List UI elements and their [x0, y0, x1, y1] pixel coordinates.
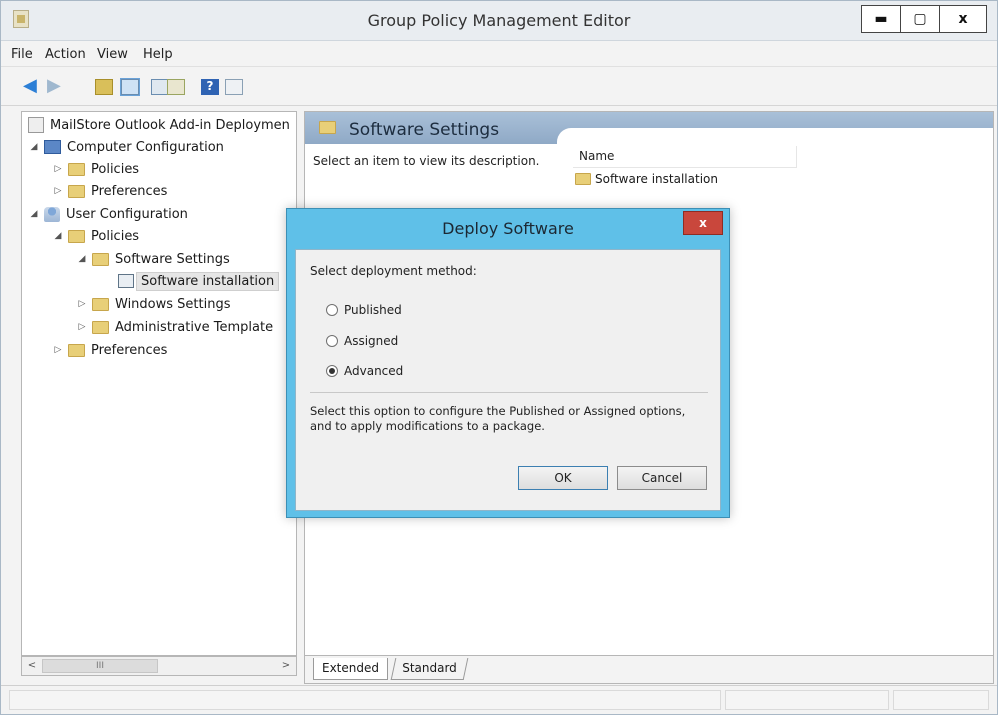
column-header-name[interactable]: Name — [573, 146, 797, 168]
status-section-3 — [893, 690, 989, 710]
dialog-close-button[interactable]: x — [683, 211, 723, 235]
toolbar: ◀ ▶ ? — [1, 68, 997, 106]
folder-icon — [92, 320, 109, 334]
tree-uc-policies[interactable]: ◢ Policies — [52, 225, 140, 247]
close-button[interactable]: x — [939, 5, 987, 33]
window-controls: ▬ ▢ x — [861, 5, 987, 33]
expand-arrow-icon[interactable]: ▷ — [76, 322, 88, 332]
tree-software-installation[interactable]: Software installation — [118, 270, 280, 292]
dialog-body: Select deployment method: Published Assi… — [295, 249, 721, 511]
radio-circle[interactable] — [326, 335, 338, 347]
folder-icon — [92, 252, 109, 266]
console-tree: MailStore Outlook Add-in Deploymen ◢ Com… — [21, 111, 297, 656]
list-item-label: Software installation — [595, 172, 718, 186]
folder-icon — [68, 184, 85, 198]
show-hide-tree-icon[interactable] — [120, 78, 140, 96]
cancel-button[interactable]: Cancel — [617, 466, 707, 490]
scroll-thumb[interactable]: III — [42, 659, 158, 673]
list-item[interactable]: Software installation — [575, 172, 718, 186]
radio-advanced[interactable]: Advanced — [326, 364, 403, 378]
collapse-arrow-icon[interactable]: ◢ — [28, 209, 40, 219]
forward-arrow-icon[interactable]: ▶ — [47, 77, 65, 95]
option-description: Select this option to configure the Publ… — [310, 404, 686, 433]
menu-action[interactable]: Action — [45, 47, 86, 62]
radio-label: Published — [344, 303, 402, 317]
status-section-main — [9, 690, 721, 710]
tree-horizontal-scrollbar[interactable]: < III > — [21, 656, 297, 676]
view-tabs: Extended Standard — [304, 656, 994, 684]
radio-label: Assigned — [344, 334, 399, 348]
expand-arrow-icon[interactable]: ▷ — [52, 186, 64, 196]
tab-extended[interactable]: Extended — [313, 658, 388, 680]
radio-circle-selected[interactable] — [326, 365, 338, 377]
software-package-icon — [118, 274, 134, 288]
tree-user-configuration[interactable]: ◢ User Configuration — [28, 203, 188, 225]
menu-file[interactable]: File — [11, 47, 33, 62]
tree-administrative-templates[interactable]: ▷ Administrative Template — [76, 316, 274, 338]
folder-icon — [68, 229, 85, 243]
radio-assigned[interactable]: Assigned — [326, 334, 398, 348]
expand-arrow-icon[interactable]: ▷ — [76, 299, 88, 309]
folder-icon — [575, 173, 591, 185]
window-title: Group Policy Management Editor — [367, 11, 631, 30]
collapse-arrow-icon[interactable]: ◢ — [76, 254, 88, 264]
item-description: Select an item to view its description. — [313, 154, 540, 168]
tree-windows-settings[interactable]: ▷ Windows Settings — [76, 293, 231, 315]
maximize-button[interactable]: ▢ — [900, 5, 940, 33]
details-title: Software Settings — [349, 120, 500, 140]
scroll-left-icon[interactable]: < — [24, 659, 40, 673]
radio-label: Advanced — [344, 364, 404, 378]
up-folder-icon[interactable] — [95, 79, 113, 95]
collapse-arrow-icon[interactable]: ◢ — [52, 231, 64, 241]
menu-help[interactable]: Help — [143, 47, 173, 62]
tree-uc-preferences[interactable]: ▷ Preferences — [52, 339, 168, 361]
details-view-icon[interactable] — [225, 79, 243, 95]
status-bar — [1, 685, 997, 714]
scroll-right-icon[interactable]: > — [278, 659, 294, 673]
header-notch — [557, 128, 993, 144]
tree-cc-policies[interactable]: ▷ Policies — [52, 158, 140, 180]
tree-software-settings[interactable]: ◢ Software Settings — [76, 248, 230, 270]
status-section-2 — [725, 690, 889, 710]
tab-standard-label: Standard — [402, 661, 457, 675]
folder-icon — [68, 162, 85, 176]
radio-circle[interactable] — [326, 304, 338, 316]
folder-icon — [92, 297, 109, 311]
expand-arrow-icon[interactable]: ▷ — [52, 164, 64, 174]
dialog-separator — [310, 392, 708, 393]
menu-view[interactable]: View — [97, 47, 128, 62]
ok-button[interactable]: OK — [518, 466, 608, 490]
minimize-button[interactable]: ▬ — [861, 5, 901, 33]
gpo-document-icon — [28, 117, 44, 133]
details-header: Software Settings — [305, 112, 993, 144]
deployment-method-label: Select deployment method: — [310, 264, 477, 278]
folder-icon — [319, 121, 336, 134]
title-bar[interactable]: Group Policy Management Editor ▬ ▢ x — [1, 1, 997, 41]
computer-icon — [44, 140, 61, 154]
help-icon[interactable]: ? — [201, 79, 219, 95]
folder-icon — [68, 343, 85, 357]
tree-root[interactable]: MailStore Outlook Add-in Deploymen — [28, 114, 290, 136]
expand-arrow-icon[interactable]: ▷ — [52, 345, 64, 355]
tab-standard[interactable]: Standard — [390, 658, 468, 680]
radio-published[interactable]: Published — [326, 303, 402, 317]
users-icon — [44, 206, 60, 222]
collapse-arrow-icon[interactable]: ◢ — [28, 142, 40, 152]
dialog-title[interactable]: Deploy Software — [287, 209, 729, 249]
tree-cc-preferences[interactable]: ▷ Preferences — [52, 180, 168, 202]
menu-bar: File Action View Help — [1, 41, 997, 67]
tree-computer-configuration[interactable]: ◢ Computer Configuration — [28, 136, 224, 158]
export-list-icon[interactable] — [167, 79, 185, 95]
deploy-software-dialog: Deploy Software x Select deployment meth… — [286, 208, 730, 518]
back-arrow-icon[interactable]: ◀ — [23, 77, 41, 95]
